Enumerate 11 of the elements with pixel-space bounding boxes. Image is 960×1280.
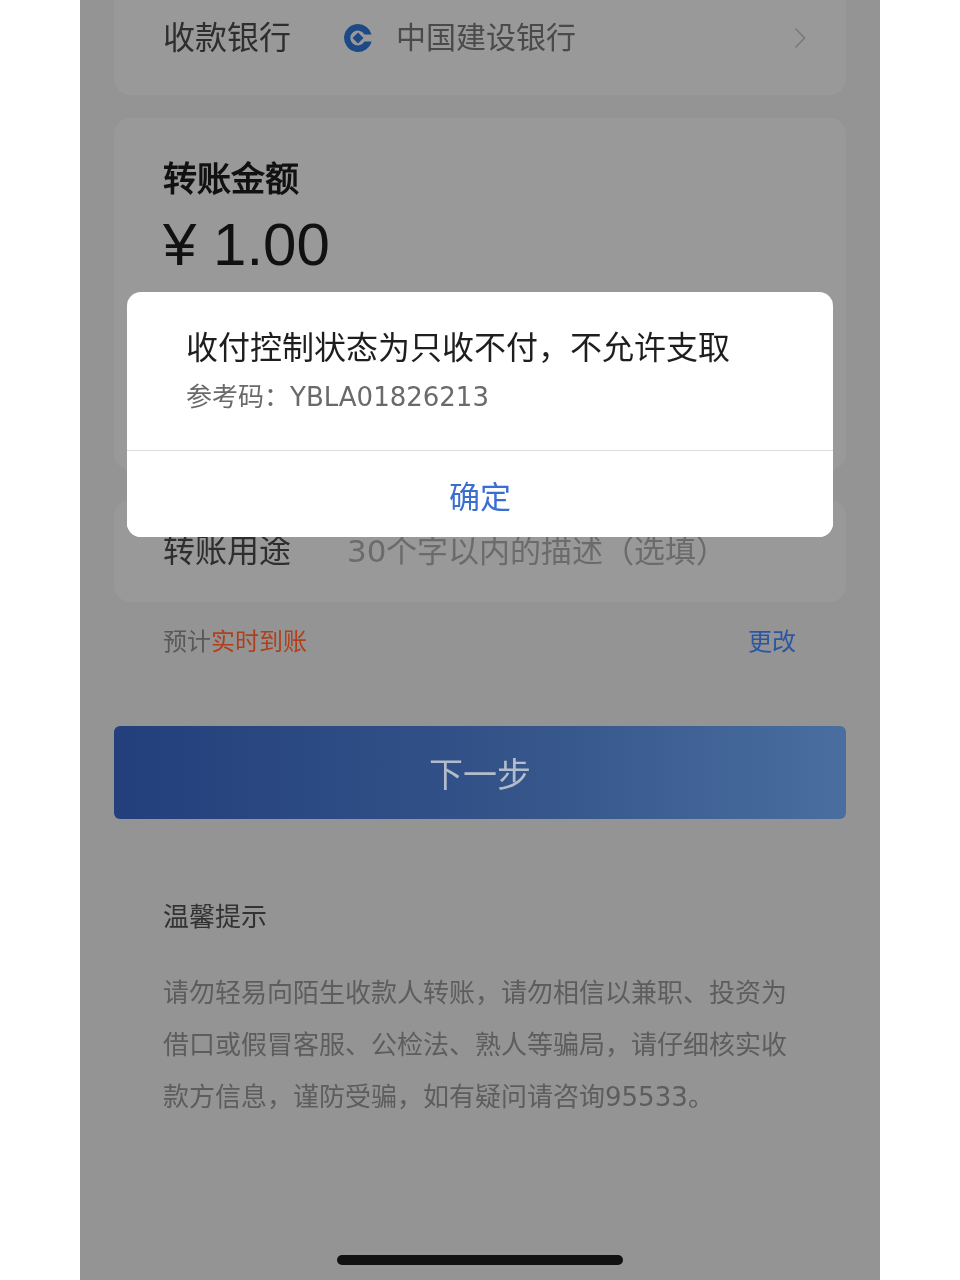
bank-label: 收款银行 xyxy=(163,18,291,58)
bank-logo-icon xyxy=(343,23,373,53)
next-button[interactable]: 下一步 xyxy=(114,726,846,819)
dialog-reference: 参考码：YBLA01826213 xyxy=(186,381,489,414)
dialog-message: 收付控制状态为只收不付，不允许支取 xyxy=(186,328,730,368)
amount-title: 转账金额 xyxy=(163,158,299,201)
tips-title: 温馨提示 xyxy=(163,901,267,934)
eta-text: 预计实时到账 xyxy=(163,627,307,658)
bank-name: 中国建设银行 xyxy=(396,19,577,57)
chevron-right-icon[interactable] xyxy=(794,27,806,49)
amount-value: ¥ 1.00 xyxy=(163,210,330,280)
